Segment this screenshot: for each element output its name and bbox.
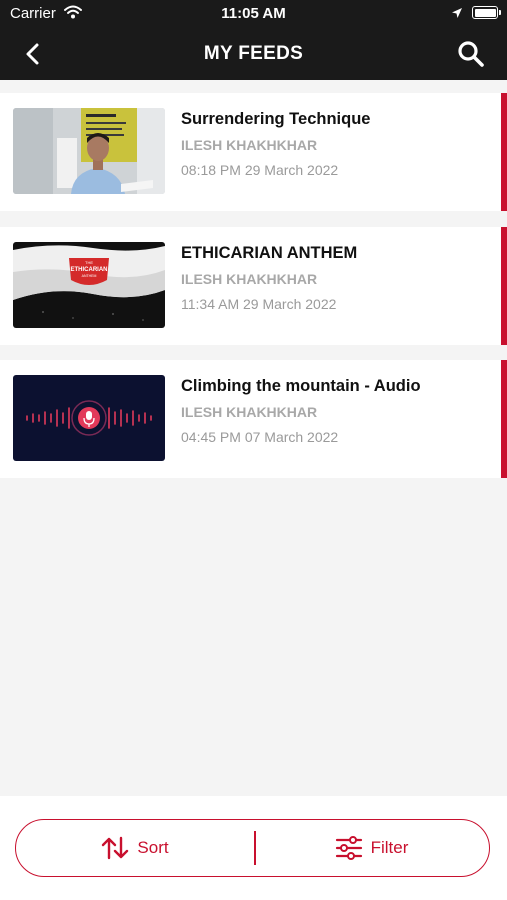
feed-author: ILESH KHAKHKHAR [181, 271, 318, 287]
video-thumbnail[interactable] [13, 108, 165, 194]
feed-title: Climbing the mountain - Audio [181, 377, 421, 395]
nav-bar: MY FEEDS [0, 28, 507, 80]
filter-button[interactable]: Filter [254, 820, 489, 875]
bottom-action-bar: Sort Filter [0, 796, 507, 900]
sort-button[interactable]: Sort [16, 820, 254, 875]
sort-label: Sort [137, 837, 169, 857]
location-arrow-icon [451, 6, 463, 24]
accent-bar [501, 227, 507, 345]
feed-author: ILESH KHAKHKHAR [181, 404, 318, 420]
video-thumbnail[interactable]: THE ETHICARIAN ANTHEM [13, 242, 165, 328]
filter-sliders-icon [335, 835, 362, 860]
feed-author: ILESH KHAKHKHAR [181, 137, 318, 153]
feed-date: 08:18 PM 29 March 2022 [181, 162, 339, 178]
feed-item[interactable]: Climbing the mountain - Audio ILESH KHAK… [0, 360, 507, 478]
sort-filter-pill: Sort Filter [15, 819, 490, 877]
page-title: MY FEEDS [203, 43, 304, 64]
accent-bar [501, 360, 507, 478]
feed-date: 11:34 AM 29 March 2022 [181, 296, 337, 312]
accent-bar [501, 93, 507, 211]
thumbnail-text: ETHICARIAN [71, 267, 108, 273]
status-time: 11:05 AM [221, 5, 286, 22]
feed-item[interactable]: Surrendering Technique ILESH KHAKHKHAR 0… [0, 93, 507, 211]
thumbnail-text: THE [85, 260, 93, 265]
feed-item[interactable]: THE ETHICARIAN ANTHEM ETHICARIAN ANTHEM … [0, 227, 507, 345]
feed-title: ETHICARIAN ANTHEM [181, 244, 358, 262]
search-button[interactable] [456, 39, 486, 69]
top-bar: Carrier 11:05 AM MY FEEDS [0, 0, 507, 80]
search-icon [458, 41, 484, 67]
feed-date: 04:45 PM 07 March 2022 [181, 429, 339, 445]
filter-label: Filter [370, 837, 409, 857]
audio-thumbnail[interactable] [13, 375, 165, 461]
status-bar: Carrier 11:05 AM [0, 0, 507, 28]
feed-title: Surrendering Technique [181, 110, 371, 128]
sort-icon [102, 836, 129, 859]
battery-icon [472, 6, 501, 19]
thumbnail-text: ANTHEM [82, 274, 97, 278]
